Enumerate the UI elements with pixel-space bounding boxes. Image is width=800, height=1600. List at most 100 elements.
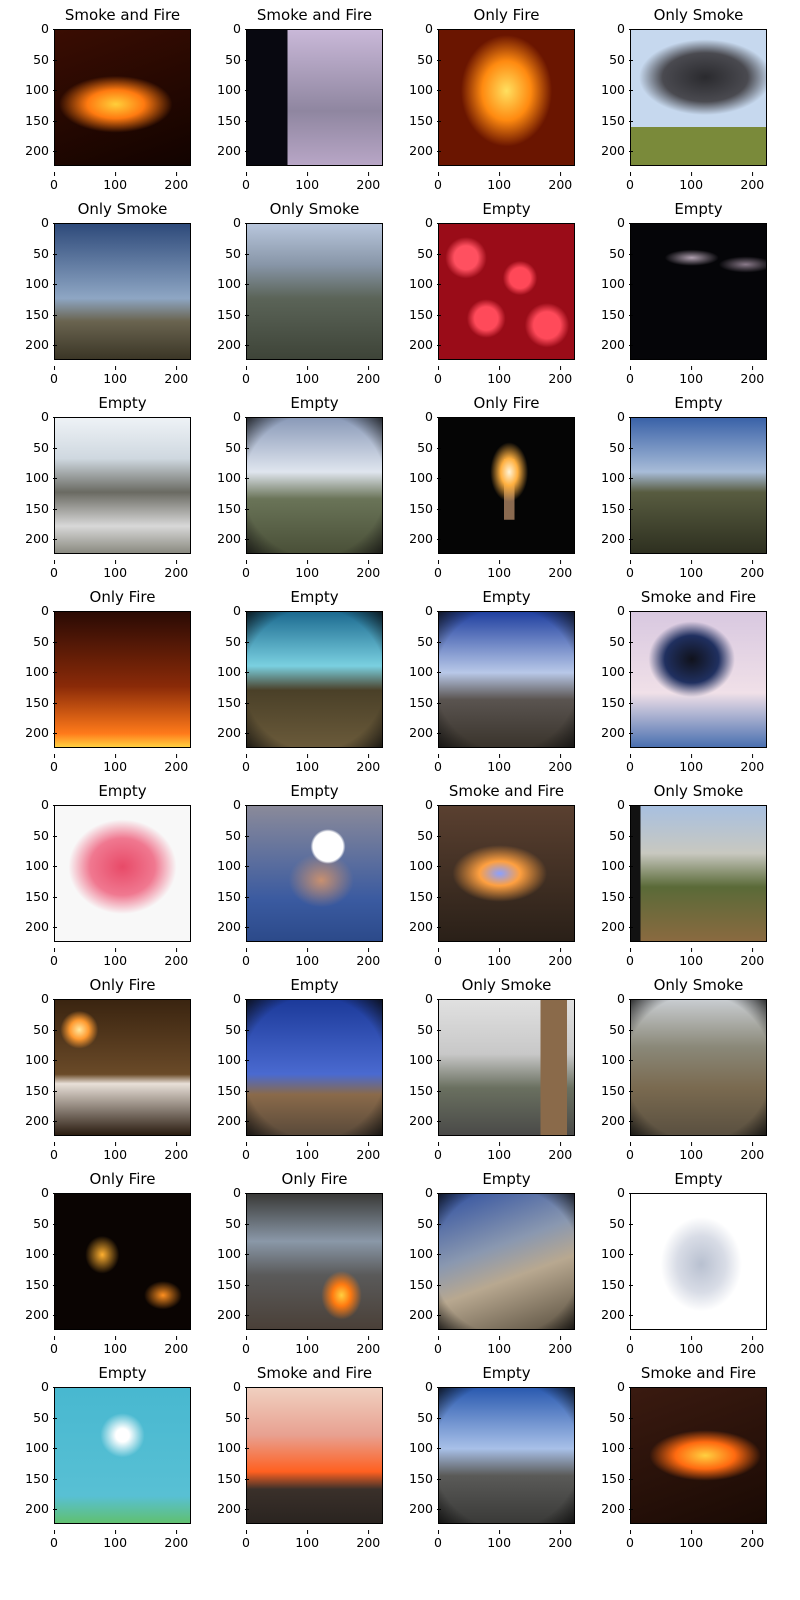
y-tick-label: 100 (601, 82, 633, 98)
x-tick-label: 0 (50, 1530, 58, 1550)
y-tick-label: 50 (33, 1409, 57, 1425)
y-tick-label: 100 (25, 82, 57, 98)
x-tick-label: 0 (434, 560, 442, 580)
x-tick-label: 100 (295, 366, 320, 386)
panel-image (246, 1193, 383, 1330)
y-tick-label: 150 (601, 1082, 633, 1098)
y-tick-label: 50 (225, 439, 249, 455)
scene-cartoon-blue (55, 1388, 190, 1523)
image-panel: Only Fire 0 50 100 150 200 0 100 200 (0, 970, 195, 1164)
y-tick-label: 50 (225, 245, 249, 261)
y-tick-label: 100 (25, 470, 57, 486)
panel-title: Empty (674, 1170, 723, 1188)
y-tick-label: 0 (233, 409, 249, 424)
image-panel: Empty 0 50 100 150 200 0 100 200 (576, 194, 771, 388)
x-tick-label: 0 (242, 1142, 250, 1162)
scene-sky-hillside (55, 224, 190, 359)
x-tick-label: 0 (242, 948, 250, 968)
y-tick-label: 0 (425, 991, 441, 1006)
panel-image (438, 417, 575, 554)
x-tick-label: 100 (295, 560, 320, 580)
panel-image (630, 805, 767, 942)
x-tick-label: 200 (740, 560, 765, 580)
scene-fire-line (631, 1388, 766, 1523)
y-tick-label: 150 (409, 694, 441, 710)
y-tick-label: 50 (225, 51, 249, 67)
panel-image (54, 999, 191, 1136)
panel-image (246, 999, 383, 1136)
x-tick-label: 200 (356, 560, 381, 580)
x-tick-label: 200 (356, 1336, 381, 1356)
image-panel: Only Smoke 0 50 100 150 200 0 100 200 (576, 0, 771, 194)
panel-image (246, 805, 383, 942)
y-tick-label: 50 (417, 633, 441, 649)
y-tick-label: 50 (225, 633, 249, 649)
y-tick-label: 200 (217, 143, 249, 159)
y-tick-label: 150 (409, 306, 441, 322)
y-tick-label: 50 (609, 1409, 633, 1425)
panel-image (630, 29, 767, 166)
y-tick-label: 100 (217, 1246, 249, 1262)
image-panel: Smoke and Fire 0 50 100 150 200 0 100 200 (576, 1358, 771, 1552)
x-tick-label: 100 (679, 1530, 704, 1550)
image-panel: Only Smoke 0 50 100 150 200 0 100 200 (576, 970, 771, 1164)
y-tick-label: 100 (409, 82, 441, 98)
y-tick-label: 100 (601, 276, 633, 292)
x-tick-label: 0 (434, 1336, 442, 1356)
y-tick-label: 0 (617, 215, 633, 230)
image-panel: Empty 0 50 100 150 200 0 100 200 (576, 1164, 771, 1358)
x-tick-label: 200 (548, 754, 573, 774)
y-tick-label: 200 (25, 337, 57, 353)
y-tick-label: 100 (409, 276, 441, 292)
y-tick-label: 100 (601, 470, 633, 486)
x-tick-label: 200 (164, 754, 189, 774)
scene-match-box (55, 1000, 190, 1135)
x-tick-label: 0 (50, 366, 58, 386)
panel-title: Empty (290, 976, 339, 994)
y-tick-label: 50 (33, 439, 57, 455)
x-tick-label: 0 (434, 1142, 442, 1162)
y-tick-label: 200 (601, 531, 633, 547)
image-panel: Only Fire 0 50 100 150 200 0 100 200 (384, 0, 579, 194)
y-tick-label: 150 (217, 1276, 249, 1292)
y-tick-label: 0 (617, 797, 633, 812)
x-tick-label: 200 (740, 172, 765, 192)
y-tick-label: 200 (601, 1501, 633, 1517)
y-tick-label: 100 (409, 1246, 441, 1262)
x-tick-label: 100 (295, 754, 320, 774)
x-tick-label: 0 (50, 948, 58, 968)
y-tick-label: 150 (601, 500, 633, 516)
panel-image (54, 223, 191, 360)
y-tick-label: 100 (217, 1052, 249, 1068)
scene-rocks-fisheye (439, 1194, 574, 1329)
x-tick-label: 100 (679, 1142, 704, 1162)
x-tick-label: 200 (164, 366, 189, 386)
scene-raspberries (55, 806, 190, 941)
y-tick-label: 0 (425, 603, 441, 618)
y-tick-label: 200 (601, 143, 633, 159)
x-tick-label: 200 (548, 1142, 573, 1162)
y-tick-label: 100 (601, 664, 633, 680)
x-tick-label: 0 (242, 172, 250, 192)
scene-valley-fisheye (247, 418, 382, 553)
y-tick-label: 200 (25, 919, 57, 935)
x-tick-label: 100 (103, 172, 128, 192)
image-panel: Only Fire 0 50 100 150 200 0 100 200 (0, 582, 195, 776)
x-tick-label: 200 (164, 172, 189, 192)
image-panel: Smoke and Fire 0 50 100 150 200 0 100 200 (576, 582, 771, 776)
panel-title: Only Smoke (653, 976, 744, 994)
panel-title: Smoke and Fire (256, 1364, 373, 1382)
y-tick-label: 50 (417, 439, 441, 455)
y-tick-label: 150 (217, 112, 249, 128)
panel-title: Empty (290, 588, 339, 606)
x-tick-label: 0 (626, 754, 634, 774)
y-tick-label: 150 (601, 694, 633, 710)
y-tick-label: 50 (33, 633, 57, 649)
y-tick-label: 150 (409, 1470, 441, 1486)
x-tick-label: 100 (487, 1336, 512, 1356)
image-panel: Empty 0 50 100 150 200 0 100 200 (384, 582, 579, 776)
panel-image (54, 805, 191, 942)
x-tick-label: 100 (679, 948, 704, 968)
x-tick-label: 200 (356, 1142, 381, 1162)
y-tick-label: 50 (609, 633, 633, 649)
